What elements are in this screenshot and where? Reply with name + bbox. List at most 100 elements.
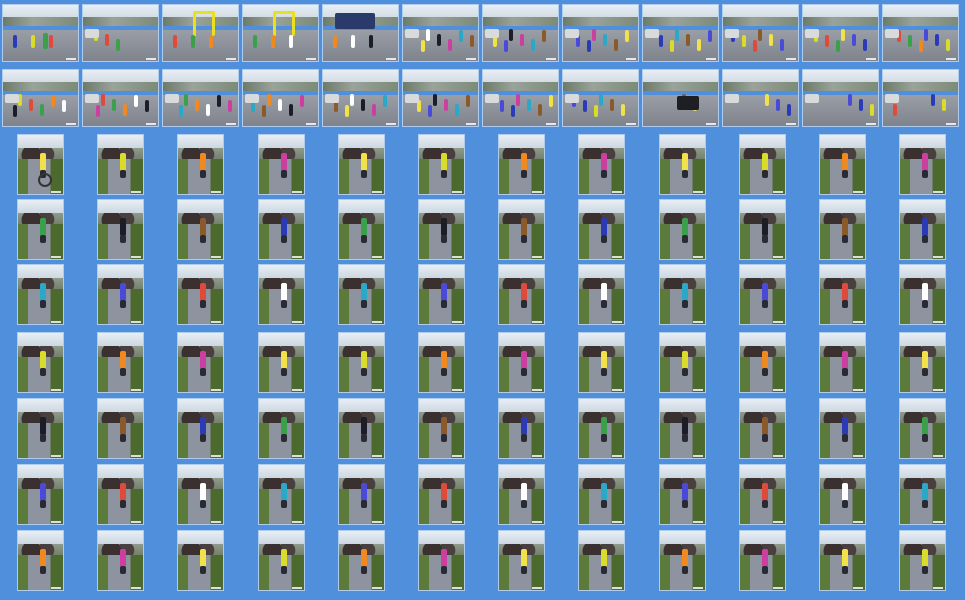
photo-thumbnail[interactable] (418, 398, 465, 459)
photo-thumbnail[interactable] (899, 199, 946, 260)
photo-thumbnail[interactable] (578, 332, 625, 393)
photo-thumbnail[interactable] (482, 4, 559, 62)
photo-thumbnail[interactable] (418, 134, 465, 195)
photo-thumbnail[interactable] (97, 398, 144, 459)
photo-thumbnail[interactable] (177, 530, 224, 591)
photo-thumbnail[interactable] (578, 398, 625, 459)
photo-thumbnail[interactable] (418, 464, 465, 525)
photo-thumbnail[interactable] (2, 69, 79, 127)
photo-thumbnail[interactable] (578, 134, 625, 195)
photo-thumbnail[interactable] (338, 398, 385, 459)
photo-thumbnail[interactable] (819, 264, 866, 325)
photo-thumbnail[interactable] (258, 199, 305, 260)
photo-thumbnail[interactable] (739, 464, 786, 525)
photo-thumbnail[interactable] (17, 134, 64, 195)
photo-thumbnail[interactable] (338, 134, 385, 195)
photo-thumbnail[interactable] (899, 264, 946, 325)
photo-thumbnail[interactable] (659, 264, 706, 325)
photo-thumbnail[interactable] (722, 69, 799, 127)
photo-thumbnail[interactable] (659, 530, 706, 591)
photo-thumbnail[interactable] (402, 4, 479, 62)
photo-thumbnail[interactable] (819, 530, 866, 591)
photo-thumbnail[interactable] (659, 398, 706, 459)
photo-thumbnail[interactable] (177, 199, 224, 260)
photo-thumbnail[interactable] (899, 530, 946, 591)
photo-thumbnail[interactable] (82, 4, 159, 62)
photo-thumbnail[interactable] (258, 398, 305, 459)
photo-thumbnail[interactable] (418, 264, 465, 325)
photo-thumbnail[interactable] (17, 332, 64, 393)
photo-thumbnail[interactable] (242, 4, 319, 62)
photo-thumbnail[interactable] (17, 398, 64, 459)
photo-thumbnail[interactable] (177, 332, 224, 393)
photo-thumbnail[interactable] (97, 530, 144, 591)
photo-thumbnail[interactable] (739, 530, 786, 591)
photo-thumbnail[interactable] (258, 264, 305, 325)
photo-thumbnail[interactable] (739, 332, 786, 393)
photo-thumbnail[interactable] (17, 199, 64, 260)
photo-thumbnail[interactable] (882, 4, 959, 62)
photo-thumbnail[interactable] (498, 332, 545, 393)
photo-thumbnail[interactable] (659, 464, 706, 525)
photo-thumbnail[interactable] (97, 199, 144, 260)
photo-thumbnail[interactable] (97, 264, 144, 325)
photo-thumbnail[interactable] (562, 4, 639, 62)
photo-thumbnail[interactable] (177, 264, 224, 325)
photo-thumbnail[interactable] (418, 332, 465, 393)
photo-thumbnail[interactable] (739, 398, 786, 459)
photo-thumbnail[interactable] (482, 69, 559, 127)
photo-thumbnail[interactable] (899, 398, 946, 459)
photo-thumbnail[interactable] (258, 464, 305, 525)
photo-thumbnail[interactable] (97, 464, 144, 525)
photo-thumbnail[interactable] (177, 398, 224, 459)
photo-thumbnail[interactable] (562, 69, 639, 127)
photo-thumbnail[interactable] (899, 464, 946, 525)
photo-thumbnail[interactable] (899, 134, 946, 195)
photo-thumbnail[interactable] (97, 332, 144, 393)
photo-thumbnail[interactable] (819, 464, 866, 525)
photo-thumbnail[interactable] (819, 398, 866, 459)
photo-thumbnail[interactable] (177, 464, 224, 525)
photo-thumbnail[interactable] (17, 530, 64, 591)
photo-thumbnail[interactable] (17, 264, 64, 325)
photo-thumbnail[interactable] (802, 69, 879, 127)
photo-thumbnail[interactable] (338, 264, 385, 325)
photo-thumbnail[interactable] (739, 199, 786, 260)
photo-thumbnail[interactable] (177, 134, 224, 195)
photo-thumbnail[interactable] (819, 199, 866, 260)
photo-thumbnail[interactable] (899, 332, 946, 393)
photo-thumbnail[interactable] (162, 69, 239, 127)
photo-thumbnail[interactable] (722, 4, 799, 62)
photo-thumbnail[interactable] (97, 134, 144, 195)
photo-thumbnail[interactable] (418, 530, 465, 591)
photo-thumbnail[interactable] (578, 199, 625, 260)
photo-thumbnail[interactable] (819, 134, 866, 195)
photo-thumbnail[interactable] (498, 464, 545, 525)
photo-thumbnail[interactable] (659, 199, 706, 260)
photo-thumbnail[interactable] (659, 134, 706, 195)
photo-thumbnail[interactable] (498, 398, 545, 459)
photo-thumbnail[interactable] (498, 264, 545, 325)
photo-thumbnail[interactable] (402, 69, 479, 127)
photo-thumbnail[interactable] (338, 332, 385, 393)
photo-thumbnail[interactable] (498, 530, 545, 591)
photo-thumbnail[interactable] (338, 530, 385, 591)
photo-thumbnail[interactable] (578, 464, 625, 525)
photo-thumbnail[interactable] (338, 199, 385, 260)
photo-thumbnail[interactable] (162, 4, 239, 62)
photo-thumbnail[interactable] (578, 530, 625, 591)
photo-thumbnail[interactable] (17, 464, 64, 525)
photo-thumbnail[interactable] (498, 199, 545, 260)
photo-thumbnail[interactable] (322, 4, 399, 62)
photo-thumbnail[interactable] (242, 69, 319, 127)
photo-thumbnail[interactable] (882, 69, 959, 127)
photo-thumbnail[interactable] (258, 530, 305, 591)
photo-thumbnail[interactable] (802, 4, 879, 62)
photo-thumbnail[interactable] (578, 264, 625, 325)
photo-thumbnail[interactable] (642, 4, 719, 62)
photo-thumbnail[interactable] (659, 332, 706, 393)
photo-thumbnail[interactable] (338, 464, 385, 525)
photo-thumbnail[interactable] (498, 134, 545, 195)
photo-thumbnail[interactable] (418, 199, 465, 260)
photo-thumbnail[interactable] (2, 4, 79, 62)
